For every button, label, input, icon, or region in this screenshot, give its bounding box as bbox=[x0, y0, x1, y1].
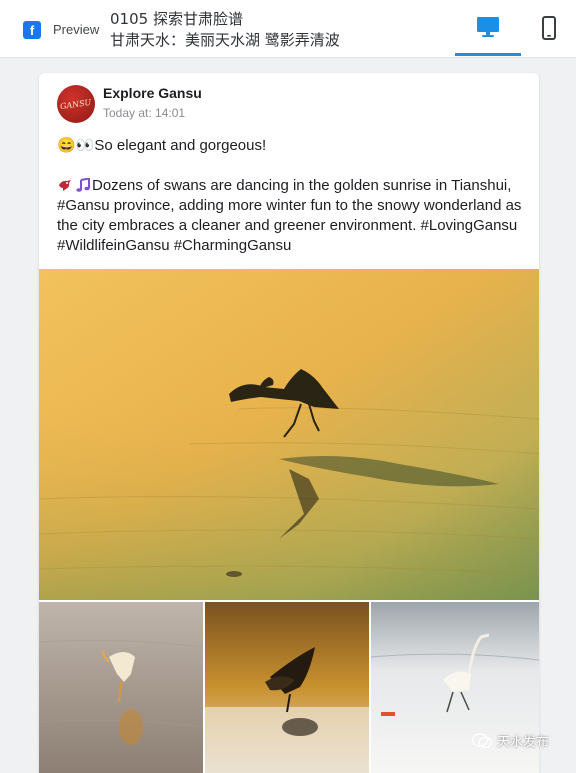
article-title-line1: 0105 探索甘肃脸谱 bbox=[110, 10, 243, 28]
bird-icon bbox=[59, 180, 71, 191]
article-title-line2: 甘肃天水：美丽天水湖 鹭影弄清波 bbox=[110, 31, 340, 49]
mobile-icon bbox=[542, 16, 556, 40]
facebook-icon: f bbox=[23, 21, 41, 39]
post-timestamp: Today at: 14:01 bbox=[103, 106, 186, 120]
main-photo[interactable] bbox=[39, 269, 539, 600]
avatar[interactable]: GANSU bbox=[57, 85, 95, 123]
facebook-post-preview: GANSU Explore Gansu Today at: 14:01 😄👀So… bbox=[39, 73, 539, 773]
wechat-icon bbox=[472, 732, 492, 748]
post-headline-text: So elegant and gorgeous! bbox=[94, 137, 267, 154]
thumb-2[interactable] bbox=[205, 602, 369, 773]
watermark-text: 天水发布 bbox=[497, 735, 550, 750]
post-body: Dozens of swans are dancing in the golde… bbox=[57, 176, 527, 256]
desktop-icon bbox=[477, 16, 499, 37]
preview-toolbar: f Preview 0105 探索甘肃脸谱 甘肃天水：美丽天水湖 鹭影弄清波 bbox=[0, 0, 576, 58]
thumb-1[interactable] bbox=[39, 602, 203, 773]
post-body-text: Dozens of swans are dancing in the golde… bbox=[57, 177, 522, 254]
music-note-icon bbox=[76, 178, 90, 192]
author-name[interactable]: Explore Gansu bbox=[103, 85, 202, 101]
desktop-view-button[interactable] bbox=[455, 0, 521, 56]
post-headline: 😄👀So elegant and gorgeous! bbox=[57, 136, 266, 154]
preview-label: Preview bbox=[53, 22, 100, 37]
wechat-watermark: 天水发布 bbox=[472, 731, 549, 750]
emoji-smile-eyes: 😄👀 bbox=[57, 137, 95, 154]
mobile-view-button[interactable] bbox=[522, 0, 576, 56]
